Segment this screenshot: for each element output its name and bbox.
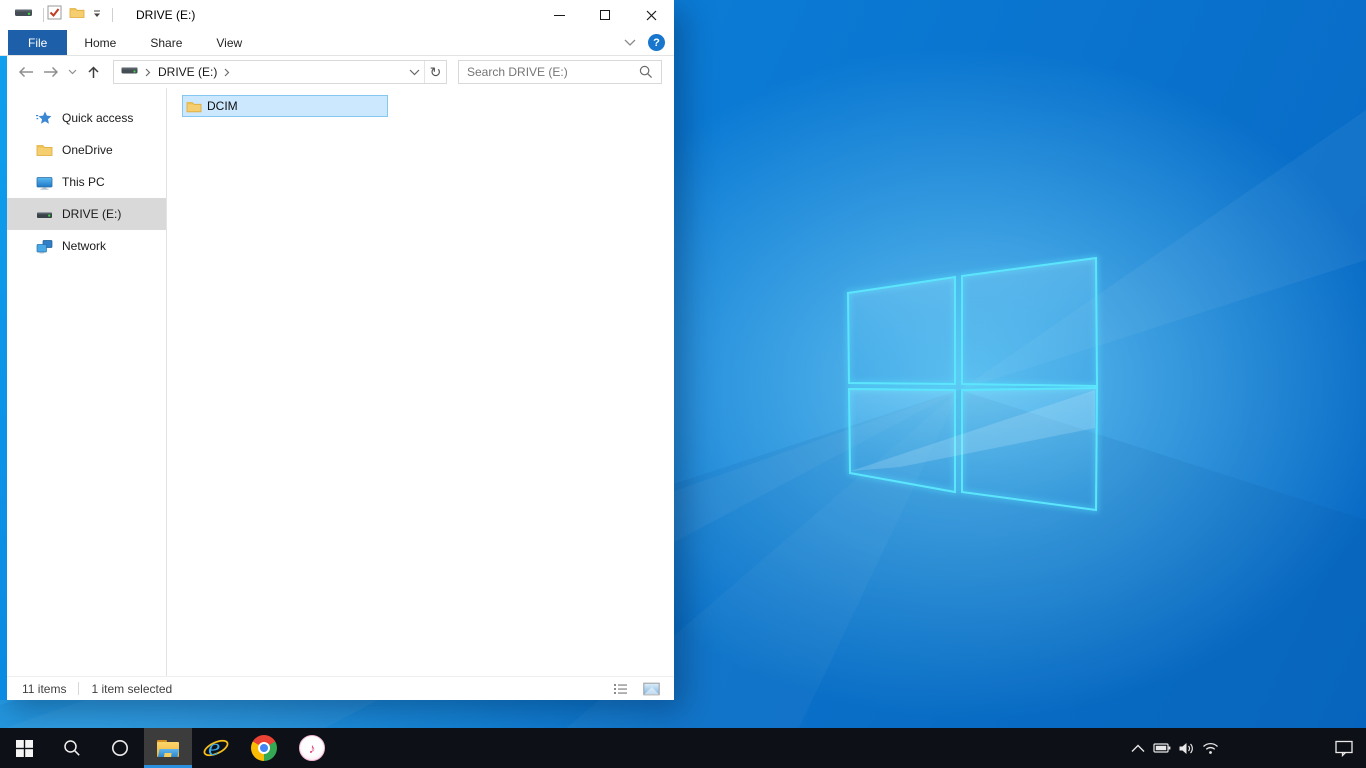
hard-drive-icon bbox=[36, 206, 53, 223]
start-button[interactable] bbox=[0, 728, 48, 768]
recent-locations-chevron-icon[interactable] bbox=[68, 69, 77, 75]
sidebar-item-drive-e[interactable]: DRIVE (E:) bbox=[7, 198, 166, 230]
windows-start-icon bbox=[15, 739, 33, 757]
selection-count: 1 item selected bbox=[91, 681, 173, 696]
file-name: DCIM bbox=[207, 99, 238, 113]
search-input[interactable] bbox=[459, 65, 639, 79]
file-item-dcim[interactable]: DCIM bbox=[182, 95, 388, 117]
close-button[interactable] bbox=[628, 0, 674, 30]
ribbon-tabs: File Home Share View ? bbox=[0, 30, 674, 56]
refresh-button[interactable]: ↻ bbox=[424, 61, 446, 83]
up-button[interactable] bbox=[86, 65, 101, 79]
music-note-glyph: ♪ bbox=[308, 740, 316, 756]
properties-checkbox-icon[interactable] bbox=[47, 5, 62, 25]
tray-show-hidden-icons-button[interactable] bbox=[1126, 728, 1150, 768]
details-view-button[interactable] bbox=[610, 679, 632, 699]
window-title: DRIVE (E:) bbox=[136, 8, 196, 22]
forward-button[interactable] bbox=[43, 65, 59, 79]
tab-file[interactable]: File bbox=[8, 30, 68, 55]
sidebar-item-label: DRIVE (E:) bbox=[62, 207, 122, 221]
large-icons-view-icon bbox=[642, 682, 660, 695]
search-box[interactable] bbox=[458, 60, 662, 84]
sidebar-item-this-pc[interactable]: This PC bbox=[7, 166, 166, 198]
sidebar-item-quick-access[interactable]: Quick access bbox=[7, 102, 166, 134]
address-dropdown-button[interactable] bbox=[404, 61, 424, 83]
taskbar-itunes-button[interactable]: ♪ bbox=[288, 728, 336, 768]
drive-icon bbox=[14, 6, 33, 24]
desktop: DRIVE (E:) File Home Share View ? DRIVE … bbox=[0, 0, 1366, 768]
file-explorer-icon bbox=[157, 739, 179, 757]
separator bbox=[43, 8, 44, 22]
cortana-ring-icon bbox=[112, 740, 128, 756]
help-button[interactable]: ? bbox=[648, 34, 665, 51]
separator bbox=[78, 682, 80, 695]
action-center-icon bbox=[1335, 740, 1353, 757]
internet-explorer-icon: e bbox=[203, 736, 229, 760]
minimize-icon bbox=[553, 14, 565, 16]
taskbar-search-button[interactable] bbox=[48, 728, 96, 768]
address-bar[interactable]: DRIVE (E:) ↻ bbox=[113, 60, 447, 84]
caption-buttons bbox=[536, 0, 674, 30]
navigation-bar: DRIVE (E:) ↻ bbox=[0, 56, 674, 88]
minimize-button[interactable] bbox=[536, 0, 582, 30]
maximize-icon bbox=[600, 10, 610, 20]
quick-access-toolbar bbox=[0, 5, 116, 25]
chevron-down-icon bbox=[409, 69, 419, 75]
taskbar-internet-explorer-button[interactable]: e bbox=[192, 728, 240, 768]
onedrive-folder-icon bbox=[36, 142, 53, 159]
quick-access-star-icon bbox=[36, 110, 53, 127]
itunes-icon: ♪ bbox=[299, 735, 325, 761]
expand-ribbon-chevron-icon[interactable] bbox=[624, 39, 636, 46]
titlebar[interactable]: DRIVE (E:) bbox=[0, 0, 674, 30]
tab-share[interactable]: Share bbox=[133, 30, 199, 55]
window-left-edge bbox=[0, 56, 7, 700]
folder-icon bbox=[186, 100, 202, 113]
search-icon bbox=[64, 740, 80, 756]
sidebar-item-network[interactable]: Network bbox=[7, 230, 166, 262]
sidebar-item-label: Network bbox=[62, 239, 107, 253]
tray-volume-button[interactable] bbox=[1174, 728, 1198, 768]
tab-home[interactable]: Home bbox=[67, 30, 133, 55]
breadcrumb-chevron-icon[interactable] bbox=[224, 68, 230, 77]
sidebar-item-label: OneDrive bbox=[62, 143, 113, 157]
tray-wifi-button[interactable] bbox=[1198, 728, 1222, 768]
taskbar-chrome-button[interactable] bbox=[240, 728, 288, 768]
search-icon[interactable] bbox=[639, 65, 653, 79]
chrome-icon bbox=[251, 735, 277, 761]
speaker-icon bbox=[1179, 742, 1193, 754]
breadcrumb: DRIVE (E:) bbox=[114, 65, 230, 79]
file-list[interactable]: DCIM bbox=[167, 88, 674, 676]
sidebar-item-label: Quick access bbox=[62, 111, 134, 125]
action-center-button[interactable] bbox=[1332, 728, 1356, 768]
breadcrumb-segment[interactable]: DRIVE (E:) bbox=[158, 65, 217, 79]
network-icon bbox=[36, 238, 53, 255]
wifi-icon bbox=[1202, 742, 1218, 754]
navigation-pane: Quick access OneDrive This PC DRIVE (E:)… bbox=[0, 88, 166, 676]
taskbar-file-explorer-button[interactable] bbox=[144, 728, 192, 768]
sidebar-item-label: This PC bbox=[62, 175, 105, 189]
chevron-up-icon bbox=[1131, 744, 1145, 752]
maximize-button[interactable] bbox=[582, 0, 628, 30]
breadcrumb-chevron-icon[interactable] bbox=[145, 68, 151, 77]
new-folder-icon[interactable] bbox=[69, 6, 85, 24]
details-view-icon bbox=[614, 683, 627, 694]
large-icons-view-button[interactable] bbox=[640, 679, 662, 699]
battery-icon bbox=[1153, 743, 1171, 753]
separator bbox=[112, 8, 113, 22]
qat-customize-dropdown-icon[interactable] bbox=[92, 6, 102, 24]
svg-text:e: e bbox=[208, 736, 220, 760]
items-count: 11 items bbox=[22, 681, 67, 696]
close-icon bbox=[646, 10, 656, 20]
tab-view[interactable]: View bbox=[199, 30, 259, 55]
drive-icon bbox=[121, 65, 138, 79]
this-pc-monitor-icon bbox=[36, 174, 53, 191]
status-bar: 11 items 1 item selected bbox=[0, 676, 674, 700]
cortana-button[interactable] bbox=[96, 728, 144, 768]
back-button[interactable] bbox=[18, 65, 34, 79]
taskbar: e ♪ bbox=[0, 728, 1366, 768]
sidebar-item-onedrive[interactable]: OneDrive bbox=[7, 134, 166, 166]
system-tray bbox=[1126, 728, 1366, 768]
file-explorer-window: DRIVE (E:) File Home Share View ? DRIVE … bbox=[0, 0, 674, 700]
tray-battery-button[interactable] bbox=[1150, 728, 1174, 768]
